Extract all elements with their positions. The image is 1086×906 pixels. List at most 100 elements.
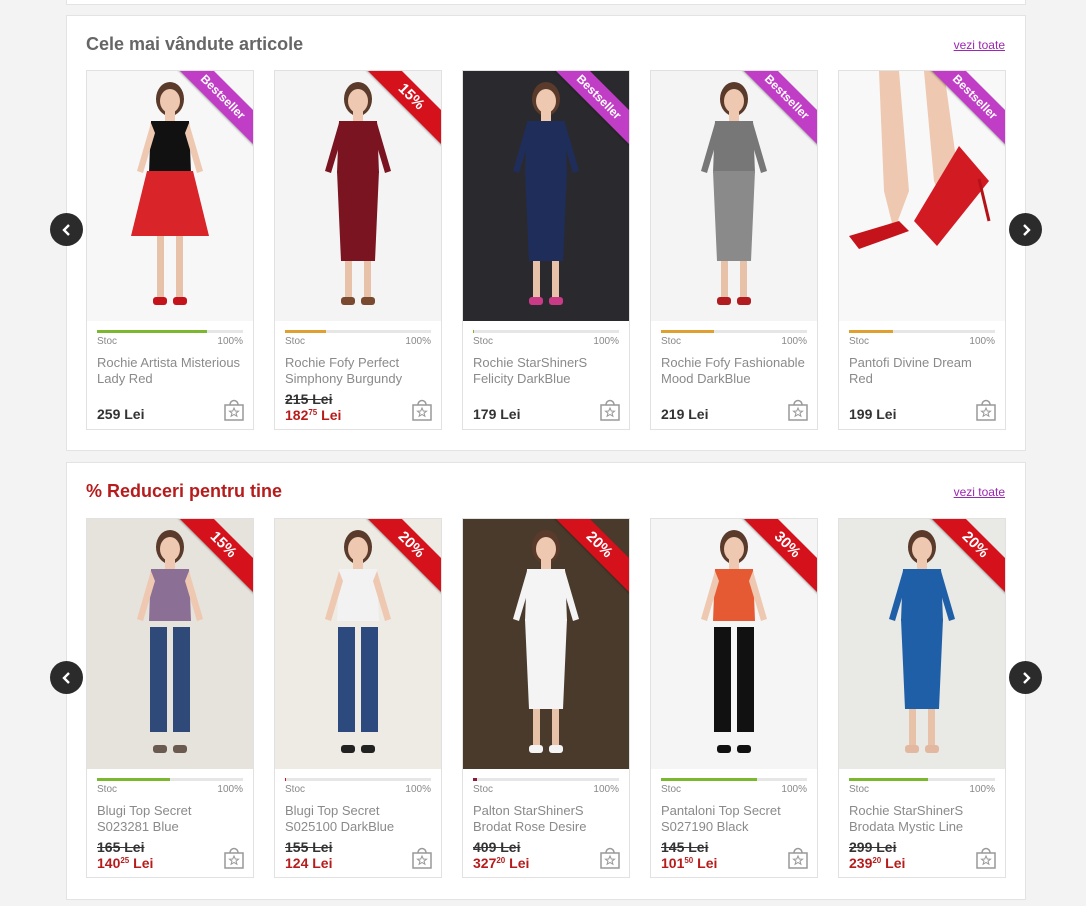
product-card[interactable]: Bestseller Stoc 100% Pantofi Divine Drea… bbox=[838, 70, 1006, 430]
product-name[interactable]: Rochie Fofy Fashionable Mood DarkBlue bbox=[661, 355, 807, 387]
price-integer: 239 bbox=[849, 855, 873, 871]
stock-bar bbox=[285, 778, 431, 781]
product-card[interactable]: Bestseller Stoc 100% Rochie Fofy Fashion… bbox=[650, 70, 818, 430]
product-name[interactable]: Rochie StarShinerS Felicity DarkBlue bbox=[473, 355, 619, 387]
price-integer: 124 bbox=[285, 855, 309, 871]
price-decimals: 75 bbox=[308, 408, 318, 417]
old-price: 145 Lei bbox=[661, 839, 709, 855]
stock-bar-fill bbox=[849, 778, 928, 781]
add-to-cart-icon[interactable] bbox=[599, 845, 621, 869]
stock-bar bbox=[473, 778, 619, 781]
section-title: % Reduceri pentru tine bbox=[86, 481, 283, 501]
add-to-cart-icon[interactable] bbox=[975, 397, 997, 421]
add-to-cart-icon[interactable] bbox=[223, 845, 245, 869]
product-card[interactable]: 15% Stoc 100% Blugi Top Secret S023281 B… bbox=[86, 518, 254, 878]
stock-label: Stoc bbox=[97, 336, 118, 347]
price: 219 Lei bbox=[661, 406, 709, 422]
add-to-cart-icon[interactable] bbox=[975, 845, 997, 869]
product-card[interactable]: 20% Stoc 100% Blugi Top Secret S025100 D… bbox=[274, 518, 442, 878]
price-decimals: 20 bbox=[872, 856, 882, 865]
stock-label: Stoc bbox=[285, 336, 306, 347]
stock-bar bbox=[97, 778, 243, 781]
previous-section-edge bbox=[66, 0, 1026, 5]
stock-bar bbox=[97, 330, 243, 333]
chevron-right-icon bbox=[1022, 223, 1031, 236]
chevron-left-icon bbox=[61, 671, 70, 684]
stock-bar-fill bbox=[473, 330, 475, 333]
old-price: 165 Lei bbox=[97, 839, 145, 855]
stock-bar-fill bbox=[473, 778, 478, 781]
add-to-cart-icon[interactable] bbox=[787, 397, 809, 421]
stock-label: Stoc bbox=[473, 784, 494, 795]
add-to-cart-icon[interactable] bbox=[787, 845, 809, 869]
price-decimals: 50 bbox=[684, 856, 694, 865]
discounted-price: 124 Lei bbox=[285, 855, 332, 871]
product-name[interactable]: Blugi Top Secret S025100 DarkBlue bbox=[285, 803, 431, 835]
stock-label: Stoc bbox=[473, 336, 494, 347]
add-to-cart-icon[interactable] bbox=[411, 397, 433, 421]
stock-bar bbox=[661, 330, 807, 333]
carousel-prev-button[interactable] bbox=[50, 661, 83, 694]
product-name[interactable]: Pantofi Divine Dream Red bbox=[849, 355, 995, 387]
add-to-cart-icon[interactable] bbox=[223, 397, 245, 421]
stock-percent: 100% bbox=[969, 784, 995, 795]
stock-label: Stoc bbox=[661, 336, 682, 347]
carousel-prev-button[interactable] bbox=[50, 213, 83, 246]
product-name[interactable]: Pantaloni Top Secret S027190 Black bbox=[661, 803, 807, 835]
product-card[interactable]: 30% Stoc 100% Pantaloni Top Secret S0271… bbox=[650, 518, 818, 878]
chevron-right-icon bbox=[1022, 671, 1031, 684]
product-card[interactable]: 15% Stoc 100% Rochie Fofy Perfect Simpho… bbox=[274, 70, 442, 430]
stock-bar bbox=[285, 330, 431, 333]
discounted-price: 23920 Lei bbox=[849, 855, 905, 871]
product-card[interactable]: Bestseller Stoc 100% Rochie Artista Mist… bbox=[86, 70, 254, 430]
price: 259 Lei bbox=[97, 406, 145, 422]
stock-percent: 100% bbox=[217, 784, 243, 795]
see-all-link[interactable]: vezi toate bbox=[954, 485, 1005, 499]
stock-percent: 100% bbox=[969, 336, 995, 347]
stock-bar bbox=[473, 330, 619, 333]
old-price: 299 Lei bbox=[849, 839, 897, 855]
old-price: 155 Lei bbox=[285, 839, 333, 855]
price-integer: 101 bbox=[661, 855, 685, 871]
product-card[interactable]: Bestseller Stoc 100% Rochie StarShinerS … bbox=[462, 70, 630, 430]
product-card[interactable]: 20% Stoc 100% Palton StarShinerS Brodat … bbox=[462, 518, 630, 878]
stock-percent: 100% bbox=[593, 336, 619, 347]
stock-percent: 100% bbox=[593, 784, 619, 795]
price-currency: Lei bbox=[697, 855, 718, 871]
price-decimals: 25 bbox=[120, 856, 130, 865]
old-price: 409 Lei bbox=[473, 839, 521, 855]
price-currency: Lei bbox=[321, 407, 342, 423]
price-integer: 182 bbox=[285, 407, 309, 423]
add-to-cart-icon[interactable] bbox=[411, 845, 433, 869]
discounts-section: % Reduceri pentru tine vezi toate 15% St… bbox=[50, 462, 1042, 900]
stock-bar-fill bbox=[285, 330, 326, 333]
product-name[interactable]: Rochie Artista Misterious Lady Red bbox=[97, 355, 243, 387]
stock-percent: 100% bbox=[781, 336, 807, 347]
price-currency: Lei bbox=[885, 855, 906, 871]
product-name[interactable]: Rochie StarShinerS Brodata Mystic Line bbox=[849, 803, 995, 835]
carousel-next-button[interactable] bbox=[1009, 661, 1042, 694]
chevron-left-icon bbox=[61, 223, 70, 236]
discounted-price: 32720 Lei bbox=[473, 855, 529, 871]
discounted-price: 14025 Lei bbox=[97, 855, 153, 871]
product-name[interactable]: Palton StarShinerS Brodat Rose Desire bbox=[473, 803, 619, 835]
product-name[interactable]: Blugi Top Secret S023281 Blue bbox=[97, 803, 243, 835]
stock-percent: 100% bbox=[217, 336, 243, 347]
product-name[interactable]: Rochie Fofy Perfect Simphony Burgundy bbox=[285, 355, 431, 387]
see-all-link[interactable]: vezi toate bbox=[954, 38, 1005, 52]
product-card[interactable]: 20% Stoc 100% Rochie StarShinerS Brodata… bbox=[838, 518, 1006, 878]
stock-bar bbox=[849, 778, 995, 781]
stock-label: Stoc bbox=[849, 336, 870, 347]
old-price: 215 Lei bbox=[285, 391, 333, 407]
price-currency: Lei bbox=[133, 855, 154, 871]
stock-percent: 100% bbox=[781, 784, 807, 795]
price: 199 Lei bbox=[849, 406, 897, 422]
section-title: Cele mai vândute articole bbox=[86, 34, 304, 54]
stock-percent: 100% bbox=[405, 336, 431, 347]
carousel-next-button[interactable] bbox=[1009, 213, 1042, 246]
add-to-cart-icon[interactable] bbox=[599, 397, 621, 421]
stock-bar-fill bbox=[661, 330, 714, 333]
stock-bar bbox=[661, 778, 807, 781]
stock-label: Stoc bbox=[661, 784, 682, 795]
stock-bar-fill bbox=[849, 330, 893, 333]
